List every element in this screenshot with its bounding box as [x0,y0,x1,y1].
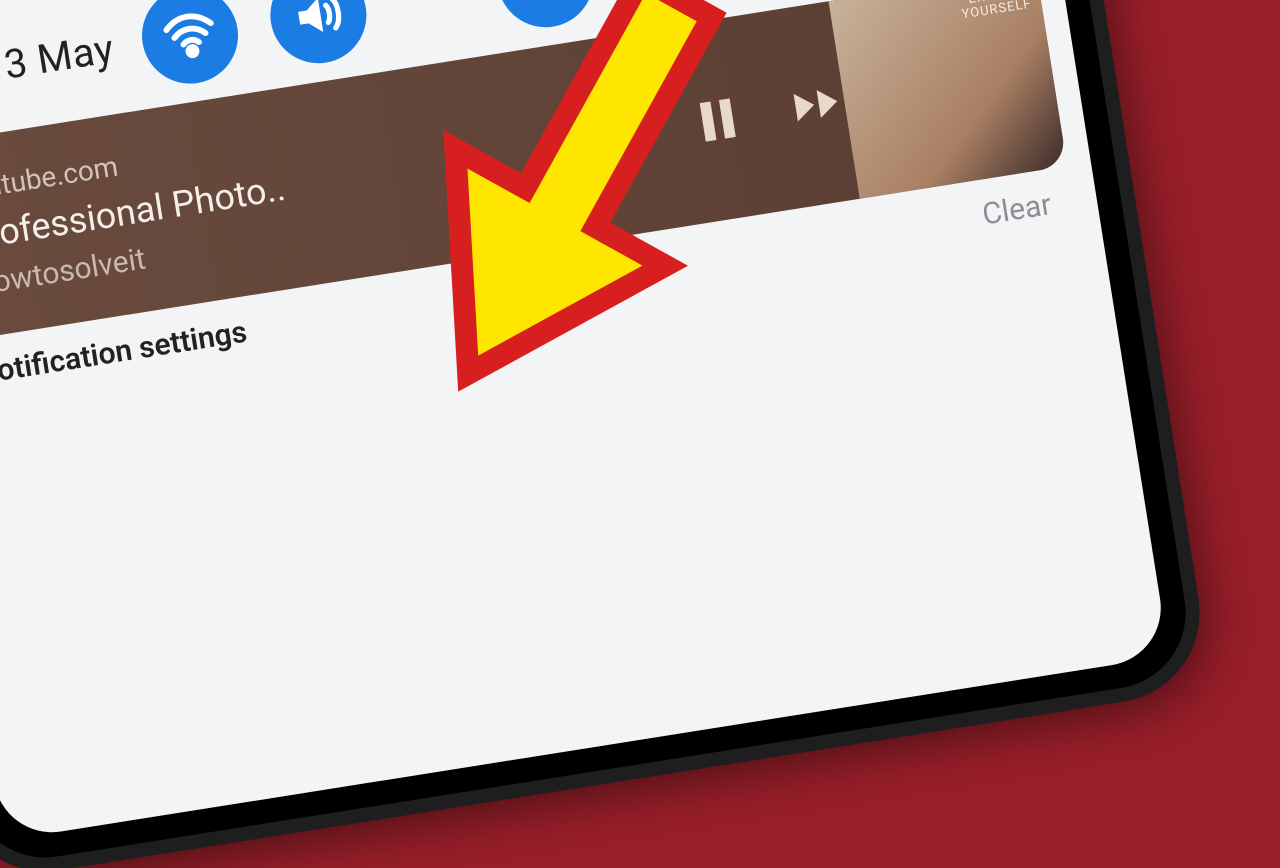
media-thumbnail [828,0,1067,199]
forward-button[interactable] [784,72,848,136]
wifi-icon [160,5,222,67]
rewind-button[interactable] [587,104,651,168]
clear-button[interactable]: Clear [980,187,1054,232]
wifi-toggle[interactable] [135,0,245,90]
mobile-data-toggle[interactable] [491,0,601,34]
sound-icon [289,0,348,45]
sound-toggle[interactable] [264,0,374,70]
data-arrows-icon [516,0,575,9]
bluetooth-toggle[interactable] [619,0,729,14]
date-label: Sun, 3 May [0,24,117,101]
pause-button[interactable] [688,90,747,149]
